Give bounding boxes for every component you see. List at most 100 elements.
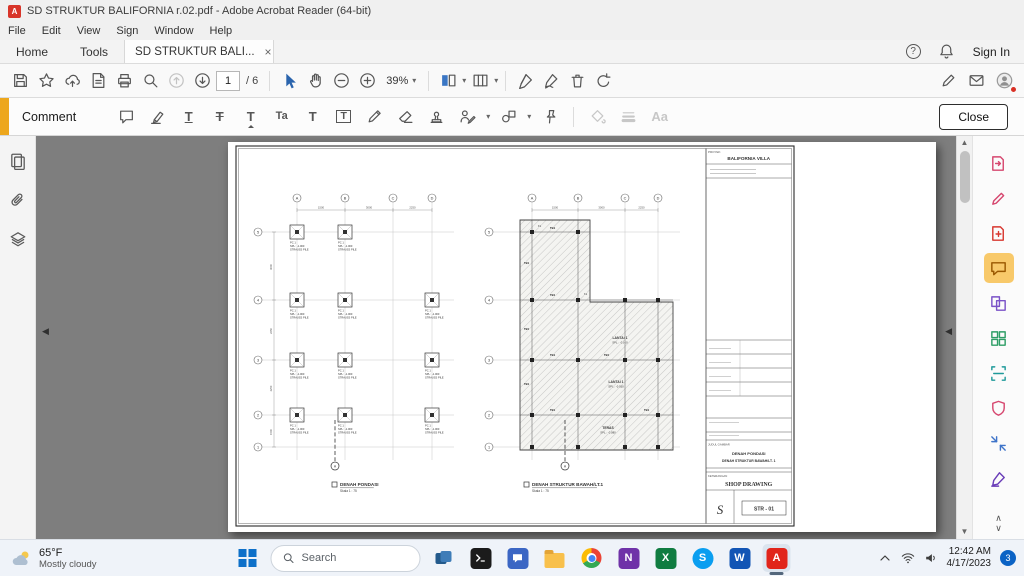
zoom-level-select[interactable]: 39%▾ [381,73,421,89]
menu-window[interactable]: Window [146,25,201,37]
vertical-scrollbar[interactable]: ▲ ▼ [956,136,972,539]
strikethrough-text-icon[interactable]: T [207,104,232,129]
sticky-note-icon[interactable] [114,104,139,129]
zoom-out-icon[interactable] [329,68,353,94]
svg-text:D: D [431,197,434,201]
chrome-icon[interactable] [578,544,606,572]
file-explorer-icon[interactable] [541,544,569,572]
chevron-down-icon[interactable]: ▾ [486,112,490,121]
task-view-icon[interactable] [430,544,458,572]
skype-icon[interactable]: S [689,544,717,572]
acrobat-taskbar-icon[interactable]: A [763,544,791,572]
drawing-shapes-icon[interactable] [496,104,521,129]
volume-icon[interactable] [924,551,938,565]
create-pdf-tool[interactable] [984,218,1014,248]
combine-files-tool[interactable] [984,288,1014,318]
onenote-icon[interactable]: N [615,544,643,572]
menu-view[interactable]: View [69,25,109,37]
menu-edit[interactable]: Edit [34,25,69,37]
chevron-down-icon[interactable]: ▾ [527,112,531,121]
hand-tool-icon[interactable] [303,68,327,94]
export-document-icon[interactable] [86,68,110,94]
notifications-bell-icon[interactable] [935,39,959,65]
scan-ocr-tool[interactable] [984,358,1014,388]
more-tools-up-icon[interactable]: ∧ [995,513,1002,523]
weather-widget[interactable]: 65°F Mostly cloudy [10,544,97,573]
page-fit-icon[interactable] [436,68,460,94]
comment-tool[interactable] [984,253,1014,283]
menu-help[interactable]: Help [202,25,241,37]
notification-count-badge[interactable]: 3 [1000,550,1016,566]
collapse-right-panel-icon[interactable]: ◀ [945,326,952,337]
wifi-icon[interactable] [901,551,915,565]
delete-pages-icon[interactable] [565,68,589,94]
save-icon[interactable] [8,68,32,94]
chevron-down-icon[interactable]: ▾ [462,76,466,85]
close-comment-button[interactable]: Close [939,104,1008,130]
edit-pdf-tool[interactable] [984,183,1014,213]
signature-icon[interactable] [455,104,480,129]
previous-page-icon[interactable] [164,68,188,94]
add-text-icon[interactable]: T [300,104,325,129]
collapse-left-panel-icon[interactable]: ◀ [42,326,49,337]
page-thumbnails-icon[interactable] [9,152,27,175]
rotate-pages-icon[interactable] [591,68,615,94]
scroll-down-icon[interactable]: ▼ [957,525,972,539]
svg-text:5: 5 [257,231,259,235]
replace-text-icon[interactable]: Ta [269,104,294,129]
menu-file[interactable]: File [0,25,34,37]
stamp-icon[interactable] [424,104,449,129]
edit-pen-icon[interactable] [936,68,960,94]
export-pdf-tool[interactable] [984,148,1014,178]
more-tools-down-icon[interactable]: ∨ [995,523,1002,533]
help-icon[interactable]: ? [906,44,921,59]
draw-pencil-icon[interactable] [362,104,387,129]
layers-icon[interactable] [9,230,27,253]
select-tool-icon[interactable] [277,68,301,94]
taskbar-clock[interactable]: 12:42 AM 4/17/2023 [947,546,992,570]
taskbar-search[interactable]: Search [271,545,421,572]
document-viewport[interactable]: PROYEKBALIFORNIA VILLAJUDUL GAMBARDENAH … [36,136,956,539]
chevron-down-icon[interactable]: ▾ [494,76,498,85]
next-page-icon[interactable] [190,68,214,94]
scrollbar-thumb[interactable] [960,151,970,203]
sign-in-button[interactable]: Sign In [973,45,1010,59]
text-box-icon[interactable]: T [331,104,356,129]
svg-text:SPL : -1.000: SPL : -1.000 [290,244,305,248]
more-tools-nav[interactable]: ∧ ∨ [995,513,1002,533]
tab-tools[interactable]: Tools [64,40,124,63]
tray-chevron-icon[interactable] [878,551,892,565]
star-favorite-icon[interactable] [34,68,58,94]
sign-pen-icon[interactable] [513,68,537,94]
search-icon[interactable] [138,68,162,94]
compress-pdf-tool[interactable] [984,428,1014,458]
fill-sign-icon[interactable] [539,68,563,94]
print-icon[interactable] [112,68,136,94]
underline-text-icon[interactable]: T [176,104,201,129]
pin-icon[interactable] [537,104,562,129]
tab-home[interactable]: Home [0,40,64,63]
teams-chat-icon[interactable] [504,544,532,572]
scroll-up-icon[interactable]: ▲ [957,136,972,150]
tab-document[interactable]: SD STRUKTUR BALI... × [124,40,274,63]
start-button[interactable] [234,544,262,572]
highlight-text-icon[interactable] [145,104,170,129]
zoom-in-icon[interactable] [355,68,379,94]
excel-icon[interactable]: X [652,544,680,572]
attachments-icon[interactable] [9,191,27,214]
insert-text-icon[interactable]: T [238,104,263,129]
fill-sign-tool[interactable] [984,463,1014,493]
organize-pages-tool[interactable] [984,323,1014,353]
eraser-icon[interactable] [393,104,418,129]
protect-tool[interactable] [984,393,1014,423]
word-icon[interactable]: W [726,544,754,572]
pdf-page[interactable]: PROYEKBALIFORNIA VILLAJUDUL GAMBARDENAH … [228,142,936,532]
close-tab-icon[interactable]: × [265,45,272,59]
terminal-icon[interactable] [467,544,495,572]
email-share-icon[interactable] [964,68,988,94]
account-avatar[interactable] [992,70,1016,92]
menu-sign[interactable]: Sign [108,25,146,37]
page-number-input[interactable] [216,71,240,91]
cloud-upload-icon[interactable] [60,68,84,94]
page-display-icon[interactable] [468,68,492,94]
